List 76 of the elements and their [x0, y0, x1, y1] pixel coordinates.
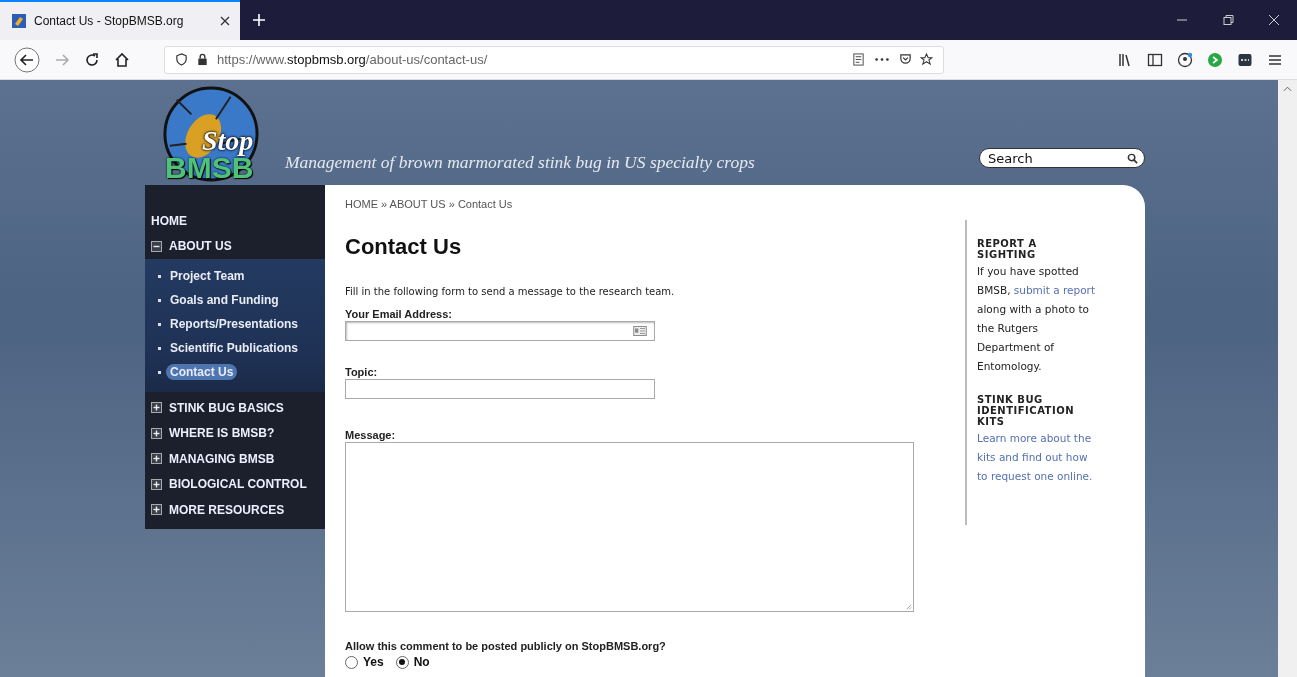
nav-label: HOME [151, 213, 187, 228]
pocket-icon[interactable] [899, 53, 912, 66]
account-icon[interactable] [1177, 51, 1193, 68]
field-label: Topic: [345, 366, 379, 378]
star-icon[interactable] [920, 53, 933, 66]
email-field[interactable] [345, 321, 655, 341]
plus-box-icon[interactable] [151, 504, 162, 516]
nav-item[interactable]: ABOUT US [145, 233, 325, 259]
aside-heading: STINK BUG IDENTIFICATION KITS [977, 394, 1076, 427]
bullet-icon [158, 346, 161, 350]
nav-label: MORE RESOURCES [169, 502, 285, 517]
nav-item[interactable]: HOME [145, 208, 325, 234]
nav-label: MANAGING BMSB [169, 451, 275, 466]
resize-grip-icon[interactable] [905, 603, 912, 610]
sidebar-icon[interactable] [1147, 51, 1163, 68]
radio-button[interactable] [395, 655, 409, 669]
topic-field[interactable] [345, 379, 655, 399]
browser-tab[interactable]: Contact Us - StopBMSB.org [0, 0, 240, 40]
shield-icon[interactable] [175, 53, 188, 66]
field-label: Message: [345, 429, 397, 441]
reader-view-icon[interactable] [852, 53, 865, 66]
tab-title: Contact Us - StopBMSB.org [34, 14, 185, 28]
page-title: Contact Us [345, 234, 463, 260]
site-favicon-icon [12, 14, 26, 28]
plus-box-icon[interactable] [151, 427, 162, 439]
aside-heading: REPORT A SIGHTING [977, 238, 1038, 260]
submenu-link[interactable]: Contact Us [166, 364, 238, 380]
nav-label: ABOUT US [169, 239, 232, 254]
extension-icon[interactable] [1237, 51, 1253, 68]
restore-icon[interactable] [1222, 14, 1234, 26]
plus-box-icon[interactable] [151, 402, 162, 414]
intro-text: Fill in the following form to send a message to the research team. [345, 286, 676, 297]
question-text: Allow this comment to be posted publicly on StopBMSB.org? [345, 640, 667, 652]
nav-item[interactable]: STINK BUG BASICS [145, 395, 325, 421]
close-tab-icon[interactable] [220, 16, 230, 26]
scroll-up-icon[interactable] [1283, 86, 1292, 92]
reload-icon[interactable] [84, 51, 100, 68]
url-text: https://www.stopbmsb.org/about-us/contact-us/ [217, 52, 488, 67]
bullet-icon [158, 274, 161, 278]
lock-icon[interactable] [196, 53, 209, 66]
radio-button[interactable] [345, 655, 358, 669]
nav-item[interactable]: MANAGING BMSB [145, 446, 325, 472]
scrollbar[interactable] [1278, 80, 1297, 677]
plus-box-icon[interactable] [151, 453, 162, 465]
report-link[interactable]: submit a report [1013, 284, 1096, 296]
nav-item[interactable]: BIOLOGICAL CONTROL [145, 471, 325, 497]
nav-item[interactable]: MORE RESOURCES [145, 497, 325, 523]
submenu-link[interactable]: Project Team [166, 268, 249, 284]
message-field[interactable] [345, 442, 914, 612]
breadcrumb: HOME » ABOUT US » Contact Us [345, 198, 514, 210]
field-label: Your Email Address: [345, 308, 453, 320]
radio-label: Yes [363, 655, 384, 669]
nav-item[interactable]: WHERE IS BMSB? [145, 420, 325, 446]
submenu-link[interactable]: Goals and Funding [166, 292, 283, 308]
aside-paragraph: If you have spotted BMSB, submit a report along with a photo to the Rutgers Department of Entomology. [977, 264, 1097, 374]
submenu-link[interactable]: Scientific Publications [166, 340, 303, 356]
radio-label: No [413, 655, 430, 669]
kits-link[interactable]: Learn more about the kits and find out how to request one online. [977, 429, 1099, 486]
plus-box-icon[interactable] [151, 478, 162, 490]
search-icon[interactable] [1127, 152, 1138, 164]
close-window-icon[interactable] [1268, 14, 1280, 26]
nav-label: BIOLOGICAL CONTROL [169, 477, 307, 492]
search-field[interactable]: Search [979, 148, 1145, 168]
submenu-link[interactable]: Reports/Presentations [166, 316, 303, 332]
bullet-icon [158, 298, 161, 302]
site-tagline: Management of brown marmorated stink bug in US specialty crops [285, 152, 755, 173]
bullet-icon [158, 322, 161, 326]
bullet-icon [158, 370, 161, 374]
nav-label: WHERE IS BMSB? [169, 426, 275, 441]
home-icon[interactable] [114, 51, 130, 68]
minus-box-icon[interactable] [151, 240, 162, 252]
contact-card-icon[interactable] [633, 326, 647, 336]
library-icon[interactable] [1117, 51, 1133, 68]
address-bar[interactable]: https://www.stopbmsb.org/about-us/contact-us/ [164, 45, 944, 74]
nav-label: STINK BUG BASICS [169, 400, 284, 415]
new-tab-icon[interactable] [252, 13, 266, 27]
